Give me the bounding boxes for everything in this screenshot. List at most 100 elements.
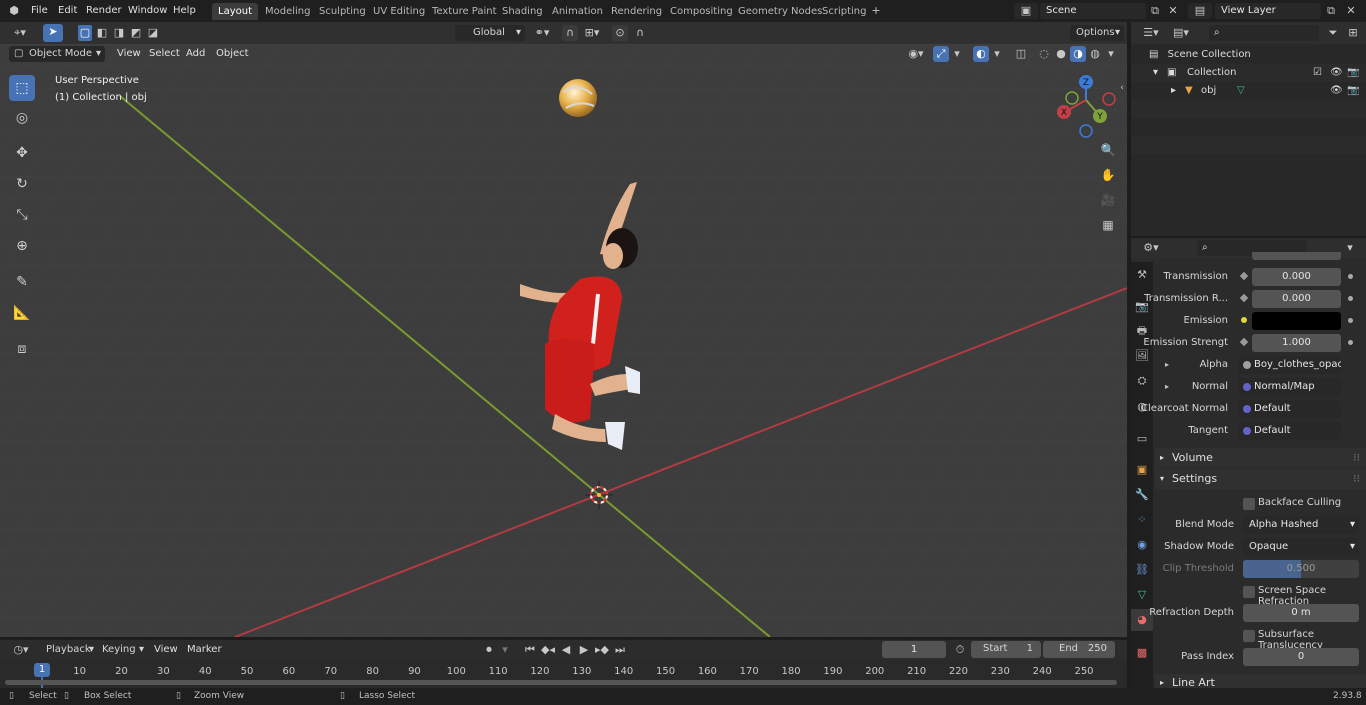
- tab-modifiers-icon[interactable]: 🔧: [1131, 484, 1153, 506]
- pass-index-field[interactable]: 0: [1243, 648, 1359, 666]
- settings-section-header[interactable]: ▾ Settings ⁝⁝: [1155, 469, 1366, 489]
- menu-window[interactable]: Window: [128, 3, 167, 19]
- outliner-row-collection[interactable]: ▾ ▣ Collection ☑ 👁 📷: [1131, 64, 1366, 82]
- tab-layout[interactable]: Layout: [212, 3, 258, 20]
- menu-file[interactable]: File: [31, 3, 48, 19]
- drag-handle-icon[interactable]: ⁝⁝: [1353, 469, 1360, 489]
- tab-scripting[interactable]: Scripting: [816, 3, 872, 20]
- pan-hand-icon[interactable]: ✋: [1099, 167, 1117, 185]
- volume-section-header[interactable]: ▸ Volume ⁝⁝: [1155, 448, 1366, 468]
- visibility-selectability-icon[interactable]: ◉▾: [903, 46, 929, 62]
- screen-space-refraction-checkbox[interactable]: [1243, 586, 1255, 598]
- select-tool-icon[interactable]: ➤: [43, 24, 63, 42]
- prev-keyframe-icon[interactable]: ◆◂: [540, 642, 556, 658]
- emission-strength-field[interactable]: 1.000: [1252, 334, 1341, 352]
- timeline-menu-marker[interactable]: Marker: [187, 642, 222, 658]
- jump-start-icon[interactable]: ⏮: [522, 642, 538, 658]
- emission-color-swatch[interactable]: [1252, 312, 1341, 330]
- refraction-depth-field[interactable]: 0 m: [1243, 604, 1359, 622]
- menu-help[interactable]: Help: [173, 3, 196, 19]
- drag-handle-icon[interactable]: ⁝⁝: [1353, 448, 1360, 468]
- clearcoat-normal-field[interactable]: Default: [1238, 400, 1341, 418]
- shading-solid-icon[interactable]: ●: [1053, 46, 1069, 62]
- scene-name-field[interactable]: Scene: [1040, 3, 1146, 19]
- scale-tool-icon[interactable]: ⤡: [9, 202, 35, 228]
- jump-end-icon[interactable]: ⏭: [612, 642, 628, 658]
- visibility-eye-icon[interactable]: 👁: [1330, 82, 1343, 100]
- volleyball[interactable]: [559, 79, 597, 117]
- animate-dot-icon[interactable]: [1348, 274, 1353, 279]
- animate-dot-icon[interactable]: [1348, 318, 1353, 323]
- playback-menu[interactable]: Playback ▾: [40, 642, 96, 658]
- render-camera-icon[interactable]: 📷: [1347, 82, 1359, 100]
- keying-menu[interactable]: Keying ▾: [98, 642, 146, 658]
- select-intersect-icon[interactable]: ◪: [146, 25, 160, 41]
- normal-link-field[interactable]: Normal/Map: [1238, 378, 1341, 396]
- subsurface-translucency-checkbox[interactable]: [1243, 630, 1255, 642]
- line-art-section-header[interactable]: ▸ Line Art: [1155, 674, 1366, 688]
- timeline-menu-view[interactable]: View: [154, 642, 178, 658]
- transmission-roughness-field[interactable]: 0.000: [1252, 290, 1341, 308]
- clip-threshold-slider[interactable]: 0.500: [1243, 560, 1359, 578]
- blend-mode-dropdown[interactable]: Alpha Hashed ▾: [1243, 516, 1359, 534]
- menu-edit[interactable]: Edit: [58, 3, 77, 19]
- select-extend-icon[interactable]: ◧: [95, 25, 109, 41]
- record-keyframe-icon[interactable]: ⏺: [481, 642, 497, 658]
- shading-dropdown-icon[interactable]: ▾: [1105, 46, 1117, 62]
- transmission-field[interactable]: 0.000: [1252, 268, 1341, 286]
- select-subtract-icon[interactable]: ◨: [112, 25, 126, 41]
- view-layer-browse-icon[interactable]: ▤: [1188, 3, 1212, 19]
- move-tool-icon[interactable]: ✥: [9, 140, 35, 166]
- tab-data-icon[interactable]: ▽: [1131, 584, 1153, 606]
- tab-sculpting[interactable]: Sculpting: [313, 3, 372, 20]
- viewport-menu-object[interactable]: Object: [216, 46, 249, 62]
- properties-editor-type-icon[interactable]: ⚙▾: [1139, 240, 1163, 256]
- new-view-layer-icon[interactable]: ⧉: [1324, 3, 1338, 19]
- pivot-point-icon[interactable]: ⚭▾: [530, 25, 554, 41]
- measure-tool-icon[interactable]: 📐: [9, 300, 35, 326]
- properties-options-icon[interactable]: ▾: [1343, 240, 1357, 256]
- timeline-scrollbar[interactable]: [5, 680, 1117, 685]
- tab-rendering[interactable]: Rendering: [605, 3, 668, 20]
- shading-rendered-icon[interactable]: ◍: [1087, 46, 1103, 62]
- tab-texture-paint[interactable]: Texture Paint: [426, 3, 503, 20]
- ior-field-clipped[interactable]: [1252, 252, 1341, 260]
- filter-icon[interactable]: ⏷: [1323, 25, 1343, 41]
- outliner-search-input[interactable]: ⌕: [1209, 25, 1319, 41]
- object-mode-dropdown[interactable]: ▢ Object Mode ▾: [9, 46, 105, 62]
- show-overlays-icon[interactable]: ◐: [973, 46, 989, 62]
- snap-toggle-icon[interactable]: ∩: [562, 25, 578, 41]
- tab-geometry-nodes[interactable]: Geometry Nodes: [732, 3, 828, 20]
- scene-browse-icon[interactable]: ▣: [1014, 3, 1038, 19]
- add-cube-tool-icon[interactable]: ⧈: [9, 336, 35, 362]
- show-gizmo-icon[interactable]: ⤢: [933, 46, 949, 62]
- xray-toggle-icon[interactable]: ◫: [1014, 46, 1028, 62]
- visibility-eye-icon[interactable]: 👁: [1330, 64, 1343, 82]
- rotate-tool-icon[interactable]: ↻: [9, 171, 35, 197]
- delete-scene-icon[interactable]: ✕: [1166, 3, 1180, 19]
- new-scene-icon[interactable]: ⧉: [1148, 3, 1162, 19]
- current-frame-field[interactable]: 1: [882, 641, 946, 658]
- tab-shading[interactable]: Shading: [496, 3, 549, 20]
- viewport-menu-view[interactable]: View: [117, 46, 141, 62]
- menu-render[interactable]: Render: [86, 3, 122, 19]
- sidebar-toggle-icon[interactable]: ‹: [1117, 80, 1127, 96]
- end-frame-field[interactable]: End 250: [1043, 641, 1115, 658]
- play-reverse-icon[interactable]: ◀: [558, 642, 574, 658]
- proportional-falloff-icon[interactable]: ∩: [630, 25, 650, 41]
- timer-icon[interactable]: ⏱: [953, 642, 967, 658]
- alpha-link-field[interactable]: Boy_clothes_opacity...: [1238, 356, 1341, 374]
- animate-dot-icon[interactable]: [1348, 296, 1353, 301]
- timeline-editor-type-icon[interactable]: ◷▾: [8, 642, 34, 658]
- outliner-editor-type-icon[interactable]: ☰▾: [1139, 25, 1163, 41]
- tab-modeling[interactable]: Modeling: [259, 3, 317, 20]
- select-new-icon[interactable]: ▢: [78, 25, 92, 41]
- tangent-field[interactable]: Default: [1238, 422, 1341, 440]
- blender-logo-icon[interactable]: ⬢: [6, 3, 22, 19]
- exclude-checkbox-icon[interactable]: ☑: [1313, 64, 1322, 82]
- gizmo-dropdown-icon[interactable]: ▾: [951, 46, 963, 62]
- 3d-viewport[interactable]: Z Y X User Perspective (1) Collection | …: [0, 44, 1127, 637]
- cursor-tool-icon[interactable]: ◎: [9, 105, 35, 131]
- editor-type-icon[interactable]: ⌖▾: [8, 25, 32, 41]
- camera-view-icon[interactable]: 🎥: [1099, 192, 1117, 210]
